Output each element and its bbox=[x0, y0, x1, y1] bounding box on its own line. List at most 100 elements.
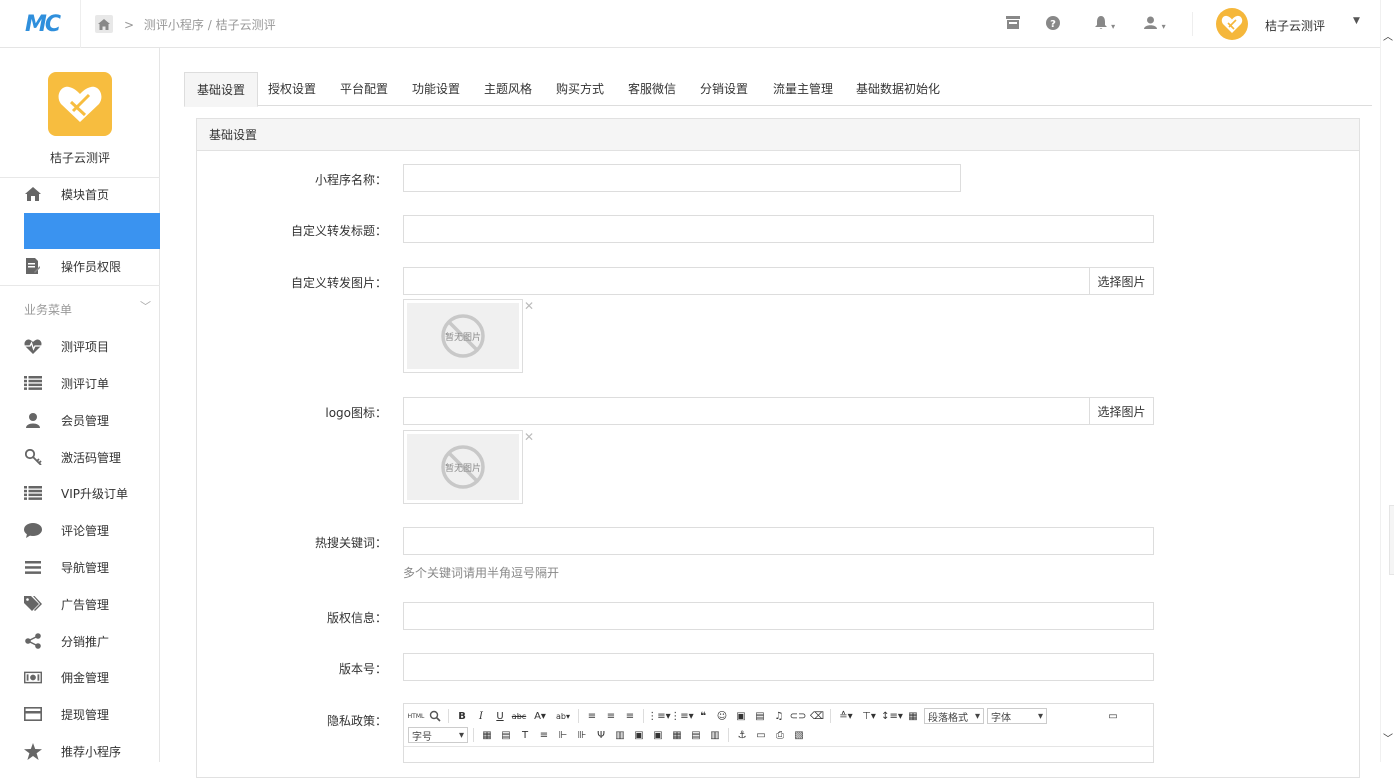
tab-distribution[interactable]: 分销设置 bbox=[688, 72, 760, 106]
close-icon[interactable]: ✕ bbox=[524, 299, 534, 313]
home-icon[interactable] bbox=[95, 15, 113, 33]
choose-logo-button[interactable]: 选择图片 bbox=[1089, 397, 1154, 425]
store-icon[interactable] bbox=[1005, 16, 1021, 32]
sidebar-item-active[interactable] bbox=[24, 213, 160, 249]
italic-icon[interactable]: I bbox=[473, 708, 489, 724]
sidebar-group-label[interactable]: 业务菜单 bbox=[24, 301, 72, 318]
tab-data-init[interactable]: 基础数据初始化 bbox=[844, 72, 952, 106]
html-source-icon[interactable]: HTML bbox=[408, 708, 425, 724]
tab-authorization[interactable]: 授权设置 bbox=[256, 72, 328, 106]
chevron-down-icon[interactable]: ﹀ bbox=[140, 298, 151, 314]
font-size-select[interactable]: 字号 ▾ bbox=[408, 727, 468, 743]
image-icon[interactable]: ▣ bbox=[733, 708, 749, 724]
music-icon[interactable]: ♫ bbox=[771, 708, 787, 724]
table-row-icon[interactable]: ≡ bbox=[536, 727, 552, 743]
chevron-up-icon[interactable]: ︿ bbox=[1383, 28, 1393, 43]
eraser-icon[interactable]: ⌫ bbox=[809, 708, 825, 724]
sidebar-item-comments[interactable]: 评论管理 bbox=[0, 512, 160, 548]
split-cols-icon[interactable]: ▥ bbox=[707, 727, 723, 743]
app-name-input[interactable] bbox=[403, 164, 961, 192]
chevron-down-icon[interactable]: ▼ bbox=[1353, 16, 1360, 26]
tab-feature-settings[interactable]: 功能设置 bbox=[400, 72, 472, 106]
close-icon[interactable]: ✕ bbox=[524, 430, 534, 444]
table-split-icon[interactable]: Ψ bbox=[593, 727, 609, 743]
sidebar-item-operator-permissions[interactable]: 操作员权限 bbox=[0, 248, 160, 284]
sidebar-item-module-home[interactable]: 模块首页 bbox=[0, 176, 160, 212]
bold-icon[interactable]: B bbox=[454, 708, 470, 724]
scrollbar-thumb[interactable] bbox=[1384, 60, 1391, 510]
tab-theme[interactable]: 主题风格 bbox=[472, 72, 544, 106]
sidebar-item-ads[interactable]: 广告管理 bbox=[0, 586, 160, 622]
underline-icon[interactable]: U bbox=[492, 708, 508, 724]
help-icon[interactable]: ? bbox=[1045, 16, 1061, 32]
sidebar-item-activation-codes[interactable]: 激活码管理 bbox=[0, 439, 160, 475]
align-left-icon[interactable]: ≡ bbox=[584, 708, 600, 724]
logo-input[interactable] bbox=[403, 397, 1090, 425]
highlight-icon[interactable]: ab▾ bbox=[553, 708, 573, 724]
copyright-input[interactable] bbox=[403, 602, 1154, 630]
drafts-icon[interactable]: ▧ bbox=[791, 727, 807, 743]
sidebar-item-navigation[interactable]: 导航管理 bbox=[0, 549, 160, 585]
tab-basic-settings[interactable]: 基础设置 bbox=[184, 72, 259, 107]
font-color-icon[interactable]: A▾ bbox=[530, 708, 550, 724]
table-col-icon[interactable]: ⊩ bbox=[555, 727, 571, 743]
strikethrough-icon[interactable]: abc bbox=[511, 708, 527, 724]
split-cells-icon[interactable]: ▦ bbox=[669, 727, 685, 743]
merge-cells-icon[interactable]: ▥ bbox=[612, 727, 628, 743]
table-delete-icon[interactable]: ⊪ bbox=[574, 727, 590, 743]
emoji-icon[interactable]: ☺ bbox=[714, 708, 730, 724]
merge-right-icon[interactable]: ▣ bbox=[631, 727, 647, 743]
share-image-input[interactable] bbox=[403, 267, 1090, 295]
sidebar-item-assessment-projects[interactable]: 测评项目 bbox=[0, 328, 160, 364]
unordered-list-icon[interactable]: ⋮≡▾ bbox=[670, 708, 693, 724]
page-break-icon[interactable]: ▭ bbox=[753, 727, 769, 743]
rich-text-editor[interactable]: HTML B I U abc A▾ ab▾ ≡ ≡ ≡ ⋮≡▾ ⋮≡▾ ❝ ☺ … bbox=[403, 703, 1154, 763]
merge-down-icon[interactable]: ▣ bbox=[650, 727, 666, 743]
row-spacing-top-icon[interactable]: ≙▾ bbox=[836, 708, 856, 724]
video-icon[interactable]: ▤ bbox=[752, 708, 768, 724]
quote-icon[interactable]: ❝ bbox=[695, 708, 711, 724]
row-spacing-bottom-icon[interactable]: ⊤▾ bbox=[859, 708, 879, 724]
sidebar-item-assessment-orders[interactable]: 测评订单 bbox=[0, 365, 160, 401]
align-center-icon[interactable]: ≡ bbox=[603, 708, 619, 724]
avatar[interactable] bbox=[1216, 8, 1248, 40]
side-tab[interactable] bbox=[1389, 505, 1394, 575]
user-menu-icon[interactable]: ▾ bbox=[1141, 16, 1169, 32]
paste-text-icon[interactable]: ▦ bbox=[905, 708, 921, 724]
tab-platform-config[interactable]: 平台配置 bbox=[328, 72, 400, 106]
sidebar-item-commission[interactable]: 佣金管理 bbox=[0, 659, 160, 695]
tab-traffic[interactable]: 流量主管理 bbox=[761, 72, 845, 106]
hot-keywords-input[interactable] bbox=[403, 527, 1154, 555]
preview-icon[interactable] bbox=[427, 708, 443, 724]
tab-purchase[interactable]: 购买方式 bbox=[544, 72, 616, 106]
scrollbar[interactable]: ︿ ﹀ bbox=[1380, 0, 1394, 762]
sidebar-item-members[interactable]: 会员管理 bbox=[0, 402, 160, 438]
tab-customer-service[interactable]: 客服微信 bbox=[616, 72, 688, 106]
field-label: 隐私政策： bbox=[326, 714, 387, 728]
table-insert-icon[interactable]: ▤ bbox=[498, 727, 514, 743]
align-right-icon[interactable]: ≡ bbox=[622, 708, 638, 724]
breadcrumb-text[interactable]: 测评小程序 / 桔子云测评 bbox=[144, 18, 276, 32]
table-title-icon[interactable]: T bbox=[517, 727, 533, 743]
sidebar-item-vip-orders[interactable]: VIP升级订单 bbox=[0, 475, 160, 511]
line-height-icon[interactable]: ↕≡▾ bbox=[881, 708, 903, 724]
version-input[interactable] bbox=[403, 653, 1154, 681]
paragraph-format-select[interactable]: 段落格式 ▾ bbox=[924, 708, 984, 724]
print-icon[interactable]: ⎙ bbox=[772, 727, 788, 743]
share-title-input[interactable] bbox=[403, 215, 1154, 243]
sidebar-item-recommend[interactable]: 推荐小程序 bbox=[0, 733, 160, 769]
fullscreen-icon[interactable]: ▭ bbox=[1105, 708, 1121, 724]
font-family-select[interactable]: 字体 ▾ bbox=[987, 708, 1047, 724]
table-icon[interactable]: ▦ bbox=[479, 727, 495, 743]
split-rows-icon[interactable]: ▤ bbox=[688, 727, 704, 743]
anchor-icon[interactable]: ⚓ bbox=[734, 727, 750, 743]
chevron-down-icon[interactable]: ﹀ bbox=[1383, 730, 1393, 745]
sidebar-item-distribution[interactable]: 分销推广 bbox=[0, 623, 160, 659]
username[interactable]: 桔子云测评 bbox=[1265, 17, 1325, 34]
link-icon[interactable]: ⊂⊃ bbox=[790, 708, 807, 724]
bell-icon[interactable]: ▾ bbox=[1091, 16, 1119, 32]
sidebar-item-withdrawals[interactable]: 提现管理 bbox=[0, 696, 160, 732]
ordered-list-icon[interactable]: ⋮≡▾ bbox=[647, 708, 670, 724]
app-logo[interactable]: MC bbox=[25, 12, 61, 37]
choose-image-button[interactable]: 选择图片 bbox=[1089, 267, 1154, 295]
